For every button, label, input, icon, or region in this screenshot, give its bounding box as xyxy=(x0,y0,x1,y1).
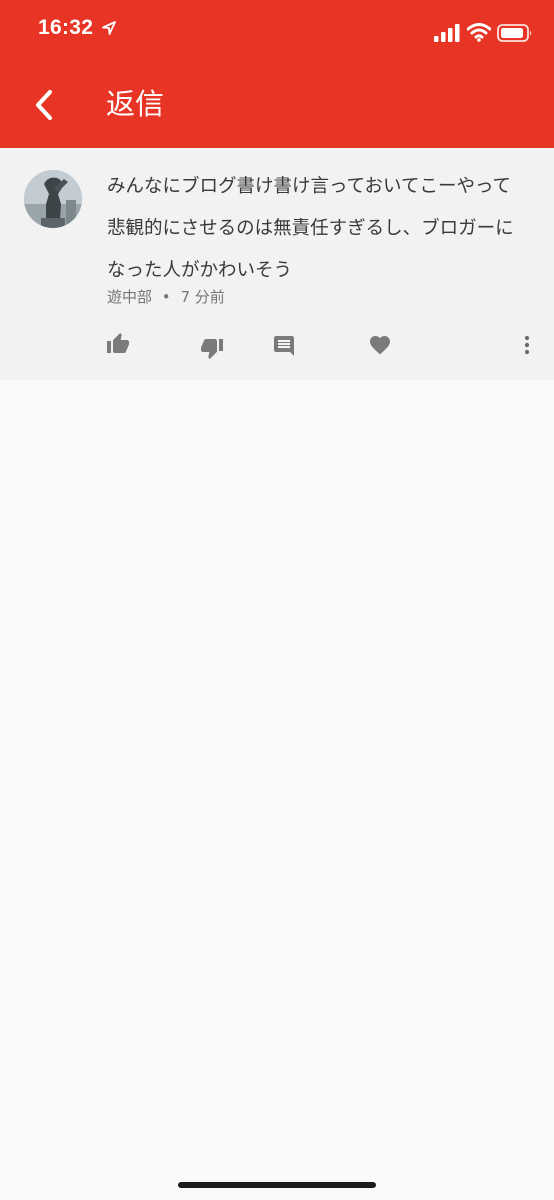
cellular-signal-icon xyxy=(434,24,460,42)
thumb-up-icon xyxy=(107,333,129,353)
home-indicator[interactable] xyxy=(178,1182,376,1188)
heart-button[interactable] xyxy=(363,328,397,362)
back-button[interactable] xyxy=(22,82,66,128)
comment-timestamp: 7 分前 xyxy=(180,288,225,306)
status-time: 16:32 xyxy=(38,16,94,39)
reply-button[interactable] xyxy=(267,329,301,363)
meta-separator: • xyxy=(161,288,171,306)
location-arrow-icon xyxy=(102,21,116,35)
battery-icon xyxy=(497,24,532,42)
more-options-button[interactable] xyxy=(510,328,544,362)
comment-meta: 遊中部 • 7 分前 xyxy=(107,286,225,308)
dislike-button[interactable] xyxy=(195,331,229,365)
more-vert-icon xyxy=(524,335,530,355)
avatar-image xyxy=(24,170,82,228)
page-title: 返信 xyxy=(106,87,165,121)
comment-card: みんなにブログ書け書け言っておいてこーやって悲観的にさせるのは無責任すぎるし、ブ… xyxy=(0,148,554,380)
thumb-down-icon xyxy=(201,339,223,359)
comment-text: みんなにブログ書け書け言っておいてこーやって悲観的にさせるのは無責任すぎるし、ブ… xyxy=(107,176,514,281)
user-avatar[interactable] xyxy=(24,170,82,228)
comment-author[interactable]: 遊中部 xyxy=(107,288,152,306)
app-bar: 返信 xyxy=(0,62,554,148)
wifi-icon xyxy=(467,23,491,42)
like-button[interactable] xyxy=(101,327,135,361)
heart-icon xyxy=(370,336,390,355)
status-bar: 16:32 xyxy=(0,0,554,62)
chevron-left-icon xyxy=(35,89,53,121)
reply-icon xyxy=(274,336,294,356)
